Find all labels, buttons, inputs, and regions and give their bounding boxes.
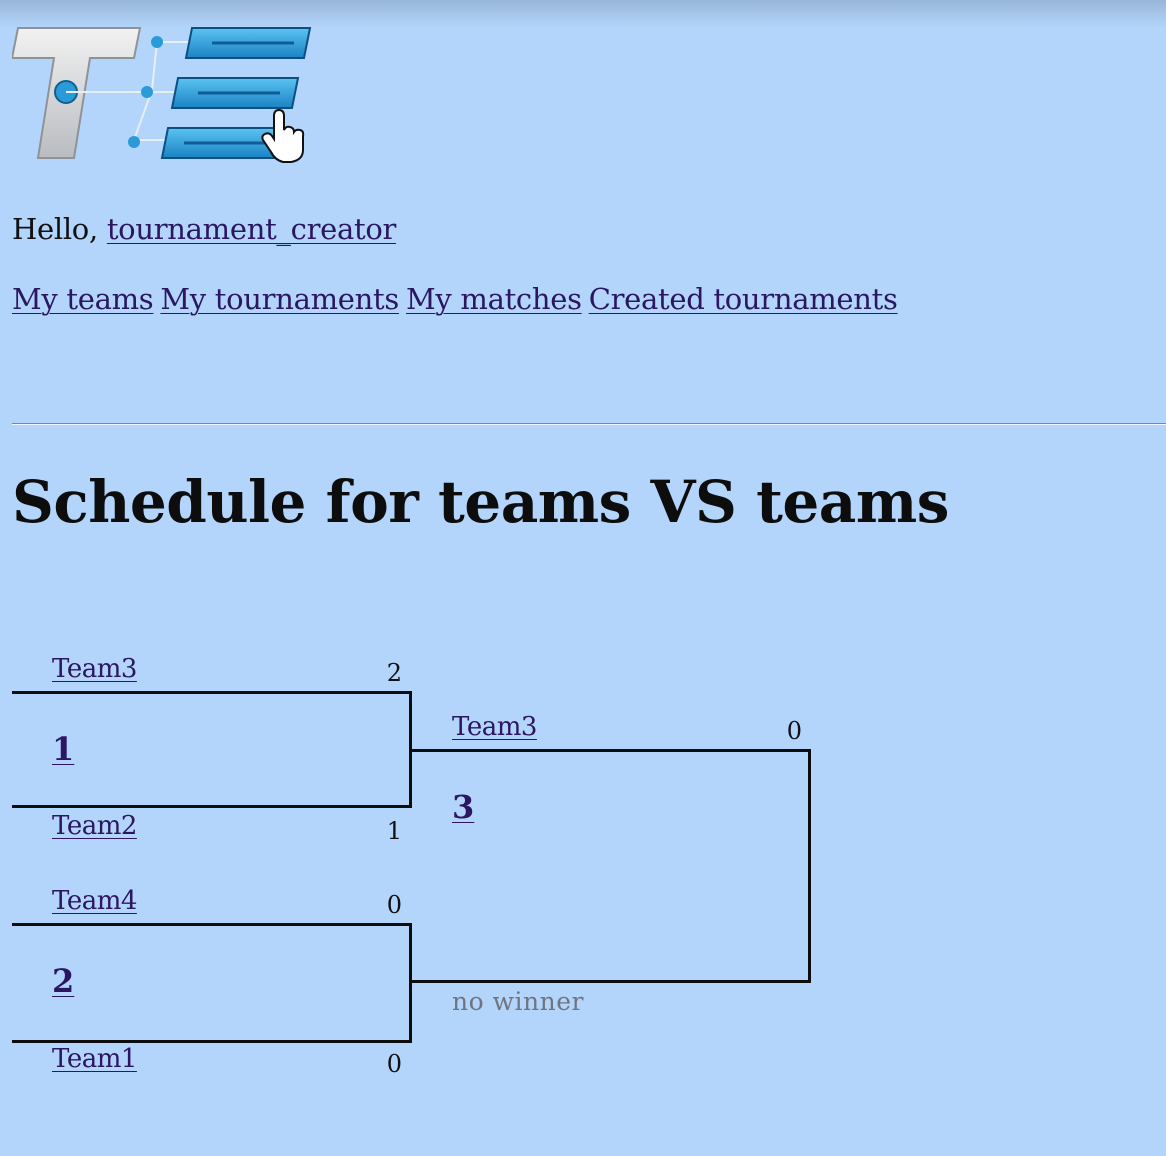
divider bbox=[12, 423, 1166, 425]
match1-top-line bbox=[12, 691, 412, 694]
match1-number-link[interactable]: 1 bbox=[52, 730, 74, 768]
match3-top-team-link[interactable]: Team3 bbox=[452, 712, 537, 742]
match3-bottom-line bbox=[409, 980, 811, 983]
match3-top-line bbox=[409, 749, 811, 752]
match3-top-score: 0 bbox=[786, 717, 802, 745]
nav-my-matches[interactable]: My matches bbox=[406, 282, 582, 316]
logo-graphic bbox=[10, 27, 312, 163]
match2-right-line bbox=[409, 923, 412, 1043]
match1-top-score: 2 bbox=[386, 659, 402, 687]
match3-number-link[interactable]: 3 bbox=[452, 788, 474, 826]
match2-number-link[interactable]: 2 bbox=[52, 962, 74, 1000]
match1-bottom-team-link[interactable]: Team2 bbox=[52, 811, 137, 841]
match3-no-winner-label: no winner bbox=[452, 987, 584, 1016]
match2-bottom-line bbox=[12, 1040, 412, 1043]
nav-my-teams[interactable]: My teams bbox=[12, 282, 154, 316]
match2-top-team-link[interactable]: Team4 bbox=[52, 886, 137, 916]
match3-right-line bbox=[808, 749, 811, 983]
match2-top-line bbox=[12, 923, 412, 926]
match2-bottom-score: 0 bbox=[386, 1050, 402, 1078]
match2-top-score: 0 bbox=[386, 891, 402, 919]
match2-bottom-team-link[interactable]: Team1 bbox=[52, 1044, 137, 1074]
match1-bottom-line bbox=[12, 805, 412, 808]
page-title: Schedule for teams VS teams bbox=[12, 468, 949, 536]
username-link[interactable]: tournament_creator bbox=[107, 212, 397, 246]
greeting: Hello, tournament_creator bbox=[12, 212, 396, 246]
main-nav: My teams My tournaments My matches Created … bbox=[12, 282, 905, 316]
nav-created-tournaments[interactable]: Created tournaments bbox=[589, 282, 898, 316]
greeting-prefix: Hello, bbox=[12, 212, 98, 246]
nav-my-tournaments[interactable]: My tournaments bbox=[160, 282, 399, 316]
match1-bottom-score: 1 bbox=[386, 817, 402, 845]
match1-top-team-link[interactable]: Team3 bbox=[52, 654, 137, 684]
site-logo[interactable] bbox=[10, 24, 312, 164]
